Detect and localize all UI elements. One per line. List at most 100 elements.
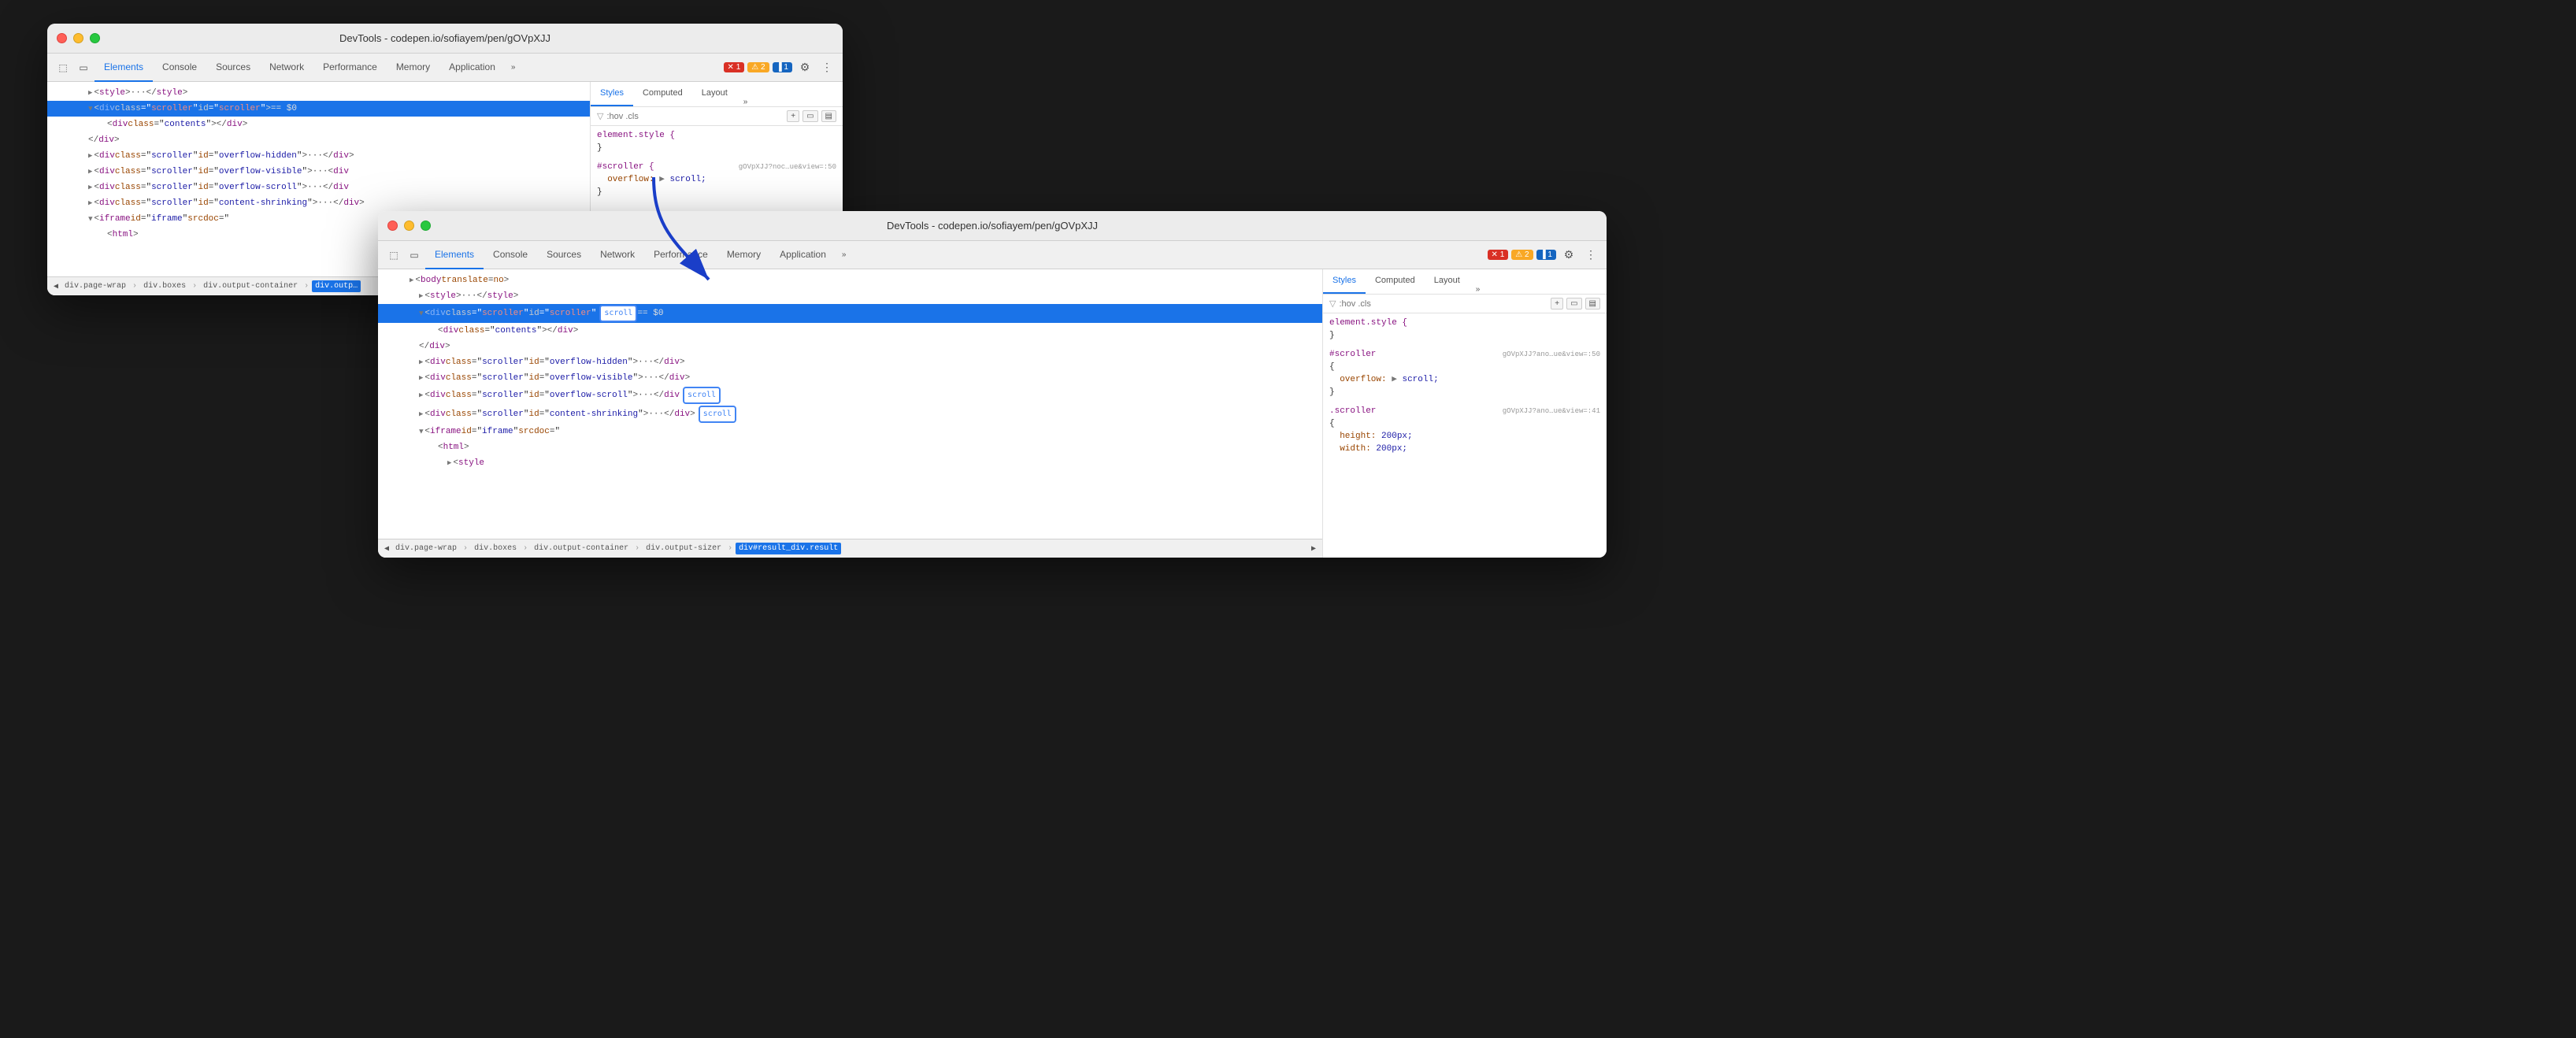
dom-line[interactable]: <div class="contents" ></div>: [47, 117, 590, 132]
css-rule-scroller: #scroller { gOVpXJJ?noc…ue&view=:50 over…: [591, 158, 843, 202]
dom-line[interactable]: ▶ <div class="scroller" id="content-shri…: [378, 405, 1322, 424]
tab-performance-1[interactable]: Performance: [313, 54, 387, 82]
filter-btn-box[interactable]: ▭: [802, 110, 817, 122]
dom-line[interactable]: ▶ <div class="scroller" id="overflow-hid…: [378, 354, 1322, 370]
dom-line[interactable]: ▶ <style: [378, 455, 1322, 471]
breadcrumb-item[interactable]: div.boxes: [140, 280, 189, 292]
filter-btn-plus-2[interactable]: +: [1551, 298, 1563, 310]
tab-application-1[interactable]: Application: [439, 54, 505, 82]
styles-filter-1: ▽ + ▭ ▤: [591, 107, 843, 126]
device-icon[interactable]: ▭: [74, 58, 93, 77]
dom-line[interactable]: ▶ <iframe id="iframe" srcdoc=": [378, 424, 1322, 439]
filter-btn-plus[interactable]: +: [787, 110, 799, 122]
tab-sources-2[interactable]: Sources: [537, 241, 591, 269]
info-badge-1: ▐ 1: [773, 62, 792, 72]
tab-performance-2[interactable]: Performance: [644, 241, 717, 269]
main-tabs-1: Elements Console Sources Network Perform…: [95, 54, 722, 82]
more-options-icon-1[interactable]: ⋮: [817, 58, 836, 77]
titlebar-2: DevTools - codepen.io/sofiayem/pen/gOVpX…: [378, 211, 1607, 241]
styles-tab-computed[interactable]: Computed: [633, 82, 692, 106]
devtools-toolbar-2: ⬚ ▭ Elements Console Sources Network Per…: [378, 241, 1607, 269]
more-styles-tabs-2[interactable]: »: [1470, 285, 1487, 294]
filter-btn-toggle[interactable]: ▤: [821, 110, 836, 122]
traffic-lights-1: [57, 33, 100, 43]
status-bar-2: ◀ div.page-wrap › div.boxes › div.output…: [378, 539, 1322, 558]
maximize-button-1[interactable]: [90, 33, 100, 43]
filter-input-2[interactable]: [1339, 299, 1547, 309]
dom-line[interactable]: ▶ <div class="scroller" id="overflow-hid…: [47, 148, 590, 164]
inspect-icon[interactable]: ⬚: [54, 58, 72, 77]
breadcrumb-arrow-left-2[interactable]: ◀: [384, 544, 389, 554]
toolbar-right-1: ✕ 1 ⚠ 2 ▐ 1 ⚙ ⋮: [724, 58, 836, 77]
settings-icon-1[interactable]: ⚙: [795, 58, 814, 77]
styles-panel-2: Styles Computed Layout » ▽ + ▭ ▤ element…: [1323, 269, 1607, 558]
maximize-button-2[interactable]: [421, 221, 431, 231]
dom-line[interactable]: <html>: [378, 439, 1322, 455]
tab-console-1[interactable]: Console: [153, 54, 206, 82]
tab-network-1[interactable]: Network: [260, 54, 313, 82]
tab-network-2[interactable]: Network: [591, 241, 644, 269]
more-styles-tabs[interactable]: »: [737, 98, 754, 106]
traffic-lights-2: [387, 221, 431, 231]
more-options-icon-2[interactable]: ⋮: [1581, 246, 1600, 265]
styles-tab-computed-2[interactable]: Computed: [1366, 269, 1425, 294]
tab-elements-1[interactable]: Elements: [95, 54, 153, 82]
error-badge-1: ✕ 1: [724, 62, 745, 72]
dom-line[interactable]: ▶ <div class="scroller" id="overflow-vis…: [378, 370, 1322, 386]
dom-line[interactable]: ▶ <div class="scroller" id="overflow-scr…: [47, 180, 590, 195]
dom-line-selected[interactable]: ▶ <div class="scroller" id="scroller" > …: [47, 101, 590, 117]
settings-icon-2[interactable]: ⚙: [1559, 246, 1578, 265]
breadcrumb-item[interactable]: div.output-container: [200, 280, 301, 292]
device-icon-2[interactable]: ▭: [405, 246, 424, 265]
styles-tab-layout[interactable]: Layout: [692, 82, 737, 106]
tab-sources-1[interactable]: Sources: [206, 54, 260, 82]
dom-line[interactable]: ▶ <div class="scroller" id="overflow-vis…: [47, 164, 590, 180]
devtools-content-2: ▶ <body translate= no > ▶ <style> ··· </…: [378, 269, 1607, 558]
warning-badge-2: ⚠ 2: [1511, 250, 1533, 260]
styles-filter-2: ▽ + ▭ ▤: [1323, 295, 1607, 313]
breadcrumb-arrow-right-2[interactable]: ▶: [1311, 544, 1316, 554]
breadcrumb-item[interactable]: div.boxes: [471, 543, 520, 554]
tab-memory-2[interactable]: Memory: [717, 241, 770, 269]
dom-line[interactable]: ▶ <style> ··· </style>: [47, 85, 590, 101]
tab-console-2[interactable]: Console: [484, 241, 537, 269]
breadcrumb-item-active[interactable]: div#result_div.result: [736, 543, 841, 554]
close-button-2[interactable]: [387, 221, 398, 231]
window-title-2: DevTools - codepen.io/sofiayem/pen/gOVpX…: [887, 220, 1098, 232]
dom-line[interactable]: ▶ <div class="scroller" id="content-shri…: [47, 195, 590, 211]
styles-tab-styles[interactable]: Styles: [591, 82, 633, 106]
styles-tab-styles-2[interactable]: Styles: [1323, 269, 1366, 294]
info-badge-2: ▐ 1: [1536, 250, 1556, 260]
dom-line[interactable]: ▶ <div class="scroller" id="overflow-scr…: [378, 386, 1322, 405]
breadcrumb-item[interactable]: div.page-wrap: [392, 543, 460, 554]
css-rule-element-style-2: element.style { }: [1323, 313, 1607, 345]
close-button-1[interactable]: [57, 33, 67, 43]
dom-line[interactable]: </div>: [378, 339, 1322, 354]
css-rule-scroller-class-2: .scroller gOVpXJJ?ano…ue&view=:41 { heig…: [1323, 402, 1607, 458]
breadcrumb-arrow-left[interactable]: ◀: [54, 282, 58, 291]
filter-btn-box-2[interactable]: ▭: [1566, 298, 1581, 310]
dom-line[interactable]: ▶ <body translate= no >: [378, 272, 1322, 288]
tab-elements-2[interactable]: Elements: [425, 241, 484, 269]
filter-btn-toggle-2[interactable]: ▤: [1585, 298, 1600, 310]
main-tabs-2: Elements Console Sources Network Perform…: [425, 241, 1486, 269]
dom-line-selected-2[interactable]: ▶ <div class="scroller" id="scroller" sc…: [378, 304, 1322, 323]
breadcrumb-item[interactable]: div.output-sizer: [643, 543, 725, 554]
minimize-button-1[interactable]: [73, 33, 83, 43]
filter-input-1[interactable]: [606, 112, 784, 121]
breadcrumb-item[interactable]: div.output-container: [531, 543, 632, 554]
breadcrumb-item[interactable]: div.page-wrap: [61, 280, 129, 292]
inspect-icon-2[interactable]: ⬚: [384, 246, 403, 265]
filter-buttons-2: + ▭ ▤: [1551, 298, 1600, 310]
minimize-button-2[interactable]: [404, 221, 414, 231]
styles-tab-layout-2[interactable]: Layout: [1425, 269, 1470, 294]
dom-line[interactable]: </div>: [47, 132, 590, 148]
more-tabs-1[interactable]: »: [505, 63, 522, 72]
tab-memory-1[interactable]: Memory: [387, 54, 439, 82]
warning-badge-1: ⚠ 2: [747, 62, 769, 72]
dom-line[interactable]: ▶ <style> ··· </style>: [378, 288, 1322, 304]
breadcrumb-item-active[interactable]: div.outp…: [312, 280, 361, 292]
more-tabs-2[interactable]: »: [836, 250, 853, 259]
tab-application-2[interactable]: Application: [770, 241, 836, 269]
dom-line[interactable]: <div class="contents" ></div>: [378, 323, 1322, 339]
